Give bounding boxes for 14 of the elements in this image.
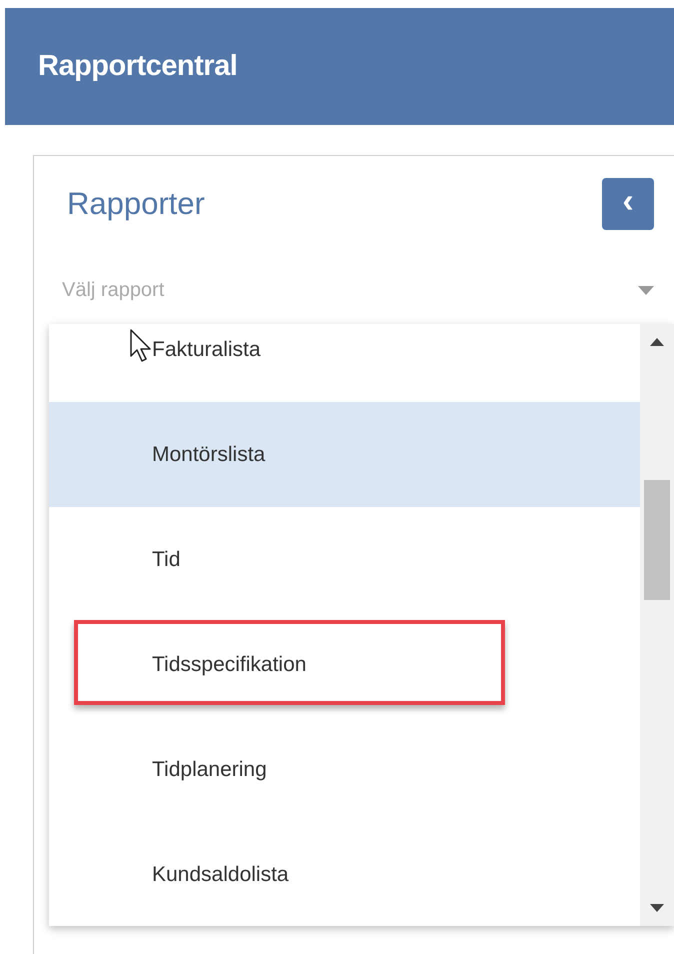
scrollbar[interactable]: [640, 324, 674, 926]
scrollbar-thumb[interactable]: [644, 480, 670, 600]
report-option[interactable]: Kundsaldolista: [49, 822, 640, 926]
report-select-input[interactable]: Välj rapport: [62, 278, 362, 302]
mouse-cursor-icon: [130, 329, 152, 363]
report-select[interactable]: Välj rapport: [62, 270, 654, 310]
scroll-down-icon[interactable]: [650, 904, 664, 912]
collapse-button[interactable]: ‹: [602, 178, 654, 230]
scroll-up-icon[interactable]: [650, 338, 664, 346]
report-option[interactable]: Fakturalista: [49, 324, 640, 402]
panel-title: Rapporter: [67, 186, 205, 222]
caret-icon: [638, 286, 654, 294]
app-title: Rapportcentral: [38, 50, 238, 83]
report-option[interactable]: Montörslista: [49, 402, 640, 507]
